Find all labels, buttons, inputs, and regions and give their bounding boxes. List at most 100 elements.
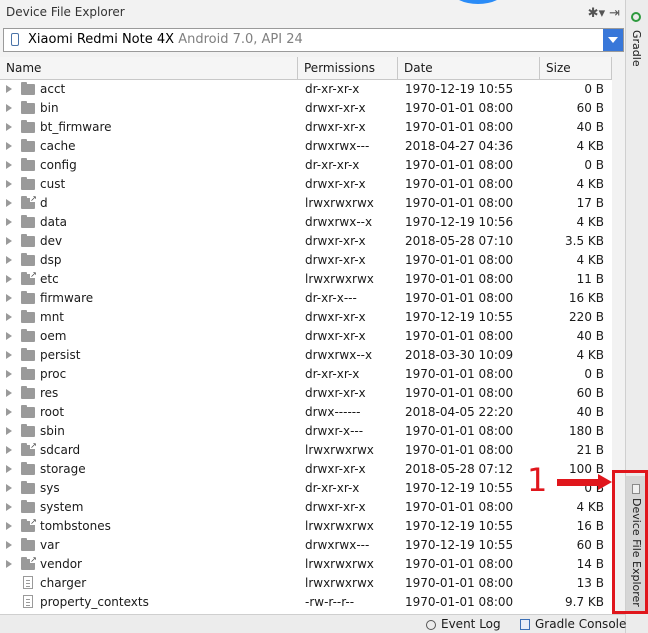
- table-row[interactable]: mnt drwxr-xr-x 1970-12-19 10:55 220 B: [0, 308, 612, 327]
- file-name: var: [40, 538, 60, 552]
- expand-arrow-icon[interactable]: [6, 256, 12, 264]
- file-permissions: lrwxrwxrwx: [305, 443, 374, 457]
- table-row[interactable]: persist drwxrwx--x 2018-03-30 10:09 4 KB: [0, 346, 612, 365]
- status-bar: Event Log Gradle Console: [0, 614, 626, 633]
- table-row[interactable]: ↗ tombstones lrwxrwxrwx 1970-12-19 10:55 16 …: [0, 517, 612, 536]
- table-row[interactable]: proc dr-xr-xr-x 1970-01-01 08:00 0 B: [0, 365, 612, 384]
- file-name: vendor: [40, 557, 82, 571]
- column-header-size[interactable]: Size: [540, 57, 612, 79]
- file-date: 1970-12-19 10:56: [405, 215, 514, 229]
- folder-icon: ↗: [21, 556, 37, 570]
- table-row[interactable]: ↗ sdcard lrwxrwxrwx 1970-01-01 08:00 21 B: [0, 441, 612, 460]
- table-row[interactable]: config dr-xr-xr-x 1970-01-01 08:00 0 B: [0, 156, 612, 175]
- table-row[interactable]: sbin drwxr-x--- 1970-01-01 08:00 180 B: [0, 422, 612, 441]
- table-row[interactable]: data drwxrwx--x 1970-12-19 10:56 4 KB: [0, 213, 612, 232]
- file-date: 1970-01-01 08:00: [405, 367, 514, 381]
- column-header-date[interactable]: Date: [398, 57, 540, 79]
- panel-title-bar: Device File Explorer ✱▾ ⇥: [0, 0, 624, 26]
- file-size: 11 B: [576, 272, 604, 286]
- expand-arrow-icon[interactable]: [6, 313, 12, 321]
- gradle-icon: [631, 12, 641, 22]
- expand-arrow-icon[interactable]: [6, 85, 12, 93]
- file-date: 1970-01-01 08:00: [405, 500, 514, 514]
- expand-arrow-icon[interactable]: [6, 408, 12, 416]
- expand-arrow-icon[interactable]: [6, 218, 12, 226]
- file-permissions: dr-xr-xr-x: [305, 158, 360, 172]
- expand-arrow-icon[interactable]: [6, 332, 12, 340]
- table-row[interactable]: root drwx------ 2018-04-05 22:20 40 B: [0, 403, 612, 422]
- table-row[interactable]: ↗ vendor lrwxrwxrwx 1970-01-01 08:00 14 B: [0, 555, 612, 574]
- table-row[interactable]: bin drwxr-xr-x 1970-01-01 08:00 60 B: [0, 99, 612, 118]
- expand-arrow-icon[interactable]: [6, 142, 12, 150]
- column-header-permissions[interactable]: Permissions: [298, 57, 398, 79]
- table-row[interactable]: bt_firmware drwxr-xr-x 1970-01-01 08:00 40 …: [0, 118, 612, 137]
- folder-icon: [21, 120, 35, 133]
- gradle-console-button[interactable]: Gradle Console: [520, 617, 626, 631]
- device-label: Xiaomi Redmi Note 4X Android 7.0, API 24: [28, 32, 303, 47]
- table-row[interactable]: cache drwxrwx--- 2018-04-27 04:36 4 KB: [0, 137, 612, 156]
- table-row[interactable]: dev drwxr-xr-x 2018-05-28 07:10 3.5 KB: [0, 232, 612, 251]
- file-date: 1970-01-01 08:00: [405, 158, 514, 172]
- table-row[interactable]: cust drwxr-xr-x 1970-01-01 08:00 4 KB: [0, 175, 612, 194]
- expand-arrow-icon[interactable]: [6, 389, 12, 397]
- file-date: 1970-01-01 08:00: [405, 101, 514, 115]
- file-permissions: dr-xr-xr-x: [305, 82, 360, 96]
- table-row[interactable]: property_contexts -rw-r--r-- 1970-01-01 08…: [0, 593, 612, 612]
- expand-arrow-icon[interactable]: [6, 180, 12, 188]
- expand-arrow-icon[interactable]: [6, 161, 12, 169]
- gear-icon[interactable]: ✱▾: [588, 6, 605, 21]
- file-date: 1970-12-19 10:55: [405, 310, 514, 324]
- link-arrow-icon: ↗: [30, 517, 37, 526]
- annotation-number: 1: [527, 461, 548, 499]
- file-size: 220 B: [569, 310, 604, 324]
- table-row[interactable]: ↗ etc lrwxrwxrwx 1970-01-01 08:00 11 B: [0, 270, 612, 289]
- expand-arrow-icon[interactable]: [6, 370, 12, 378]
- table-row[interactable]: ↗ d lrwxrwxrwx 1970-01-01 08:00 17 B: [0, 194, 612, 213]
- folder-icon: ↗: [21, 517, 37, 532]
- console-icon: [520, 619, 530, 630]
- file-size: 40 B: [576, 120, 604, 134]
- hide-panel-icon[interactable]: ⇥: [609, 6, 620, 21]
- expand-arrow-icon[interactable]: [6, 560, 12, 568]
- expand-arrow-icon[interactable]: [6, 237, 12, 245]
- table-row[interactable]: oem drwxr-xr-x 1970-01-01 08:00 40 B: [0, 327, 612, 346]
- expand-arrow-icon[interactable]: [6, 351, 12, 359]
- folder-icon: [21, 139, 35, 152]
- event-log-button[interactable]: Event Log: [426, 617, 501, 631]
- file-date: 1970-01-01 08:00: [405, 443, 514, 457]
- file-permissions: -rw-r--r--: [305, 595, 355, 609]
- folder-icon: [21, 405, 35, 418]
- chevron-down-icon[interactable]: [603, 29, 623, 51]
- table-row[interactable]: res drwxr-xr-x 1970-01-01 08:00 60 B: [0, 384, 612, 403]
- file-name: cust: [40, 177, 66, 191]
- expand-arrow-icon[interactable]: [6, 199, 12, 207]
- table-row[interactable]: firmware dr-xr-x--- 1970-01-01 08:00 16 KB: [0, 289, 612, 308]
- gradle-tab[interactable]: Gradle: [626, 4, 648, 67]
- file-name: charger: [40, 576, 87, 590]
- table-row[interactable]: dsp drwxr-xr-x 1970-01-01 08:00 4 KB: [0, 251, 612, 270]
- file-permissions: drwxrwx--x: [305, 348, 373, 362]
- device-selector[interactable]: Xiaomi Redmi Note 4X Android 7.0, API 24: [3, 28, 624, 52]
- expand-arrow-icon[interactable]: [6, 503, 12, 511]
- table-row[interactable]: acct dr-xr-xr-x 1970-12-19 10:55 0 B: [0, 80, 612, 99]
- expand-arrow-icon[interactable]: [6, 446, 12, 454]
- table-row[interactable]: var drwxrwx--- 1970-12-19 10:55 60 B: [0, 536, 612, 555]
- folder-icon: [21, 177, 35, 190]
- expand-arrow-icon[interactable]: [6, 123, 12, 131]
- table-row[interactable]: storage drwxr-xr-x 2018-05-28 07:12 100 B: [0, 460, 612, 479]
- file-size: 4 KB: [576, 177, 604, 191]
- expand-arrow-icon[interactable]: [6, 541, 12, 549]
- column-header-name[interactable]: Name: [0, 57, 298, 79]
- table-row[interactable]: sys dr-xr-xr-x 1970-12-19 10:55 0 B: [0, 479, 612, 498]
- expand-arrow-icon[interactable]: [6, 104, 12, 112]
- expand-arrow-icon[interactable]: [6, 465, 12, 473]
- table-row[interactable]: charger lrwxrwxrwx 1970-01-01 08:00 13 B: [0, 574, 612, 593]
- folder-icon: [21, 386, 35, 399]
- table-row[interactable]: system drwxr-xr-x 1970-01-01 08:00 4 KB: [0, 498, 612, 517]
- expand-arrow-icon[interactable]: [6, 294, 12, 302]
- expand-arrow-icon[interactable]: [6, 275, 12, 283]
- expand-arrow-icon[interactable]: [6, 522, 12, 530]
- expand-arrow-icon[interactable]: [6, 427, 12, 435]
- folder-icon: [21, 500, 35, 513]
- expand-arrow-icon[interactable]: [6, 484, 12, 492]
